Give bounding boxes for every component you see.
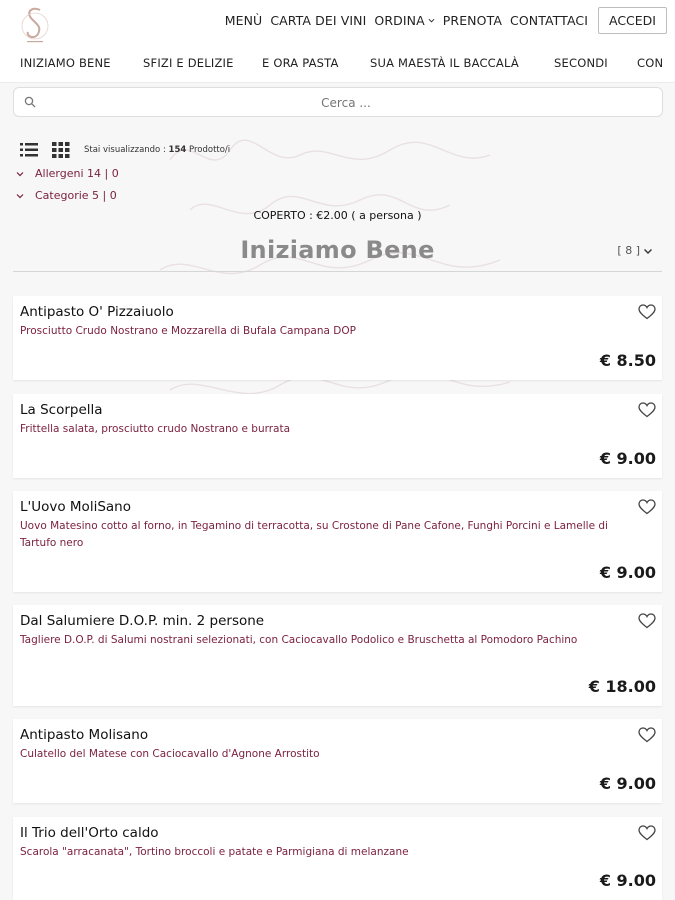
viewing-prefix: Stai visualizzando : <box>84 145 166 155</box>
chevron-down-icon <box>644 248 652 254</box>
chevron-down-icon <box>16 193 24 198</box>
section-divider <box>13 271 662 272</box>
section-toggle[interactable]: [ 8 ] <box>617 244 653 257</box>
categories-filter[interactable]: Categorie 5 | 0 <box>16 189 117 202</box>
nav-contact[interactable]: CONTATTACI <box>510 13 588 28</box>
tab-sfizi-e-delizie[interactable]: SFIZI E DELIZIE <box>143 56 234 70</box>
heart-icon[interactable] <box>638 499 656 515</box>
view-toolbar: Stai visualizzando : 154 Prodotto/i <box>20 142 230 158</box>
tab-secondi[interactable]: SECONDI <box>554 56 608 70</box>
tab-con[interactable]: CON <box>637 56 663 70</box>
product-name: La Scorpella <box>20 402 103 418</box>
product-card[interactable]: Antipasto O' Pizzaiuolo Prosciutto Crudo… <box>13 296 662 380</box>
product-price: € 9.00 <box>599 563 656 582</box>
viewing-count: 154 <box>168 145 187 155</box>
search-bar <box>13 87 663 118</box>
heart-icon[interactable] <box>638 613 656 629</box>
product-price: € 9.00 <box>599 449 656 468</box>
product-price: € 9.00 <box>599 774 656 793</box>
chevron-down-icon <box>16 171 24 176</box>
heart-icon[interactable] <box>638 727 656 743</box>
nav-book[interactable]: PRENOTA <box>443 13 502 28</box>
categories-filter-label: Categorie 5 | 0 <box>35 189 117 202</box>
product-description: Frittella salata, prosciutto crudo Nostr… <box>20 423 291 435</box>
nav-order[interactable]: ORDINA <box>374 13 435 28</box>
cover-charge: COPERTO : €2.00 ( a persona ) <box>253 209 422 222</box>
heart-icon[interactable] <box>638 825 656 841</box>
nav-menu[interactable]: MENÙ <box>225 13 263 28</box>
product-description: Culatello del Matese con Caciocavallo d'… <box>20 748 320 760</box>
grid-view-icon[interactable] <box>52 142 70 158</box>
section-count: [ 8 ] <box>617 244 640 257</box>
product-description: Tagliere D.O.P. di Salumi nostrani selez… <box>20 634 578 646</box>
tab-baccala[interactable]: SUA MAESTÀ IL BACCALÀ <box>370 56 519 70</box>
heart-icon[interactable] <box>638 304 656 320</box>
section-title: Iniziamo Bene <box>240 236 435 264</box>
product-card[interactable]: L'Uovo MoliSano Uovo Matesino cotto al f… <box>13 491 662 592</box>
product-name: Antipasto Molisano <box>20 727 149 743</box>
category-tabs: INIZIAMO BENE SFIZI E DELIZIE E ORA PAST… <box>0 44 675 83</box>
product-name: Dal Salumiere D.O.P. min. 2 persone <box>20 613 265 629</box>
product-count-text: Stai visualizzando : 154 Prodotto/i <box>84 145 230 155</box>
product-name: Il Trio dell'Orto caldo <box>20 825 159 841</box>
product-name: Antipasto O' Pizzaiuolo <box>20 304 174 320</box>
search-icon <box>24 96 36 108</box>
product-description: Prosciutto Crudo Nostrano e Mozzarella d… <box>20 325 356 337</box>
product-card[interactable]: La Scorpella Frittella salata, prosciutt… <box>13 394 662 478</box>
product-card[interactable]: Antipasto Molisano Culatello del Matese … <box>13 719 662 803</box>
product-description: Scarola "arracanata", Tortino broccoli e… <box>20 846 409 858</box>
product-price: € 8.50 <box>599 351 656 370</box>
viewing-suffix: Prodotto/i <box>188 145 231 155</box>
list-view-icon[interactable] <box>20 142 38 158</box>
heart-icon[interactable] <box>638 402 656 418</box>
allergens-filter[interactable]: Allergeni 14 | 0 <box>16 167 119 180</box>
search-input[interactable] <box>44 88 648 118</box>
product-price: € 18.00 <box>588 677 656 696</box>
nav-order-label: ORDINA <box>374 13 425 28</box>
product-name: L'Uovo MoliSano <box>20 499 131 515</box>
product-description: Uovo Matesino cotto al forno, in Tegamin… <box>20 520 608 549</box>
product-price: € 9.00 <box>599 871 656 890</box>
restaurant-logo[interactable] <box>18 4 52 44</box>
login-button[interactable]: ACCEDI <box>598 7 667 34</box>
main-menu: MENÙ CARTA DEI VINI ORDINA PRENOTA CONTA… <box>225 7 667 34</box>
allergens-filter-label: Allergeni 14 | 0 <box>35 167 119 180</box>
nav-wine-list[interactable]: CARTA DEI VINI <box>270 13 366 28</box>
tab-iniziamo-bene[interactable]: INIZIAMO BENE <box>20 56 111 70</box>
top-navigation-bar: MENÙ CARTA DEI VINI ORDINA PRENOTA CONTA… <box>0 0 675 44</box>
tab-e-ora-pasta[interactable]: E ORA PASTA <box>262 56 339 70</box>
product-card[interactable]: Dal Salumiere D.O.P. min. 2 persone Tagl… <box>13 605 662 706</box>
product-card[interactable]: Il Trio dell'Orto caldo Scarola "arracan… <box>13 817 662 900</box>
chevron-down-icon <box>428 18 435 23</box>
